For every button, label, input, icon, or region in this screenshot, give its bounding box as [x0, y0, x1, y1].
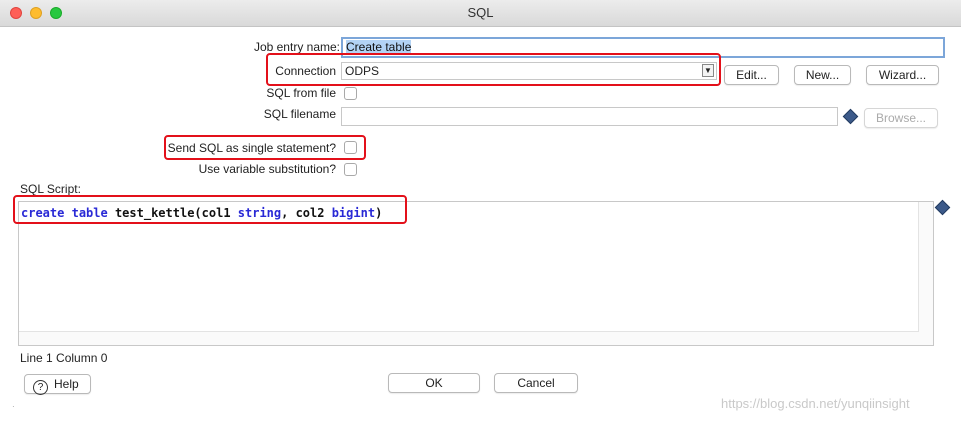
new-connection-button[interactable]: New...: [794, 65, 851, 85]
editor-horizontal-scrollbar[interactable]: [19, 331, 919, 345]
question-circle-icon: ?: [33, 380, 48, 395]
help-button[interactable]: ? Help: [24, 374, 91, 395]
edit-connection-button[interactable]: Edit...: [724, 65, 779, 85]
sql-code-highlight-box: [13, 195, 407, 224]
dollar-diamond-icon[interactable]: [842, 108, 859, 125]
wizard-button[interactable]: Wizard...: [866, 65, 939, 85]
browse-button[interactable]: Browse...: [864, 108, 938, 128]
sql-filename-label: SQL filename: [263, 107, 336, 121]
sql-script-label: SQL Script:: [20, 182, 81, 196]
editor-vertical-scrollbar[interactable]: [918, 202, 933, 345]
resize-corner: ·: [12, 402, 15, 411]
sql-filename-input[interactable]: [341, 107, 838, 126]
window-title: SQL: [467, 5, 494, 20]
help-label: Help: [54, 377, 79, 391]
editor-status-line: Line 1 Column 0: [20, 351, 108, 365]
cancel-button[interactable]: Cancel: [494, 373, 578, 393]
job-entry-name-label: Job entry name:: [253, 40, 340, 54]
job-entry-name-value: Create table: [346, 40, 412, 54]
variable-substitution-label: Use variable substitution?: [198, 162, 336, 176]
watermark-text: https://blog.csdn.net/yunqiinsight: [721, 396, 910, 411]
sql-from-file-label: SQL from file: [266, 86, 336, 100]
dollar-diamond-icon[interactable]: [934, 199, 951, 216]
single-statement-highlight-box: [164, 135, 366, 160]
connection-highlight-box: [266, 53, 721, 86]
variable-substitution-checkbox[interactable]: [344, 163, 357, 176]
title-bar: SQL: [0, 0, 961, 27]
ok-button[interactable]: OK: [388, 373, 480, 393]
sql-from-file-checkbox[interactable]: [344, 87, 357, 100]
